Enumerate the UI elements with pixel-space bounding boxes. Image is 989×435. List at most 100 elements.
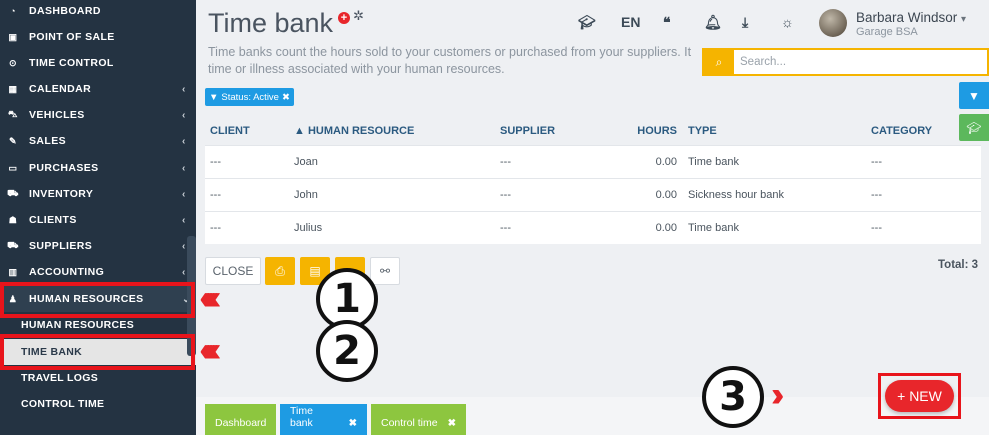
close-icon[interactable]: ✖: [349, 418, 357, 429]
page-title: Time bank: [208, 8, 334, 38]
sidebar-item-point-of-sale[interactable]: ▣ POINT OF SALE: [0, 24, 196, 50]
close-icon[interactable]: ✖: [448, 418, 456, 429]
van-icon: ⛟: [7, 240, 19, 250]
bar-chart-icon: ▥: [8, 266, 18, 277]
filter-button[interactable]: ▼: [959, 82, 989, 109]
table-header: CLIENT ▲ HUMAN RESOURCE SUPPLIER HOURS T…: [205, 117, 981, 145]
cell-supplier: ---: [500, 189, 511, 201]
dashboard-icon: ◔: [10, 6, 16, 16]
footer-tab-time-bank[interactable]: Time bank ✖: [280, 404, 367, 435]
page-description: Time banks count the hours sold to your …: [208, 45, 692, 76]
truck-icon: ⛟: [7, 188, 19, 198]
gear-icon[interactable]: ✲: [353, 8, 364, 24]
cell-type: Time bank: [688, 156, 739, 168]
chevron-left-icon: ‹: [182, 188, 186, 200]
footer-tab-dashboard[interactable]: Dashboard: [205, 404, 276, 435]
footer-tab-control-time[interactable]: Control time ✖: [371, 404, 466, 435]
language-selector[interactable]: EN: [621, 14, 640, 30]
cell-supplier: ---: [500, 156, 511, 168]
cell-client: ---: [210, 222, 221, 234]
chevron-left-icon: ‹: [182, 135, 186, 147]
sidebar-subitem-control-time[interactable]: CONTROL TIME: [0, 391, 196, 417]
sidebar-item-clients[interactable]: ☗ CLIENTS ‹: [0, 207, 196, 233]
status-filter-chip[interactable]: ▼ Status: Active ✖: [205, 88, 294, 106]
search-box: ⌕: [702, 48, 989, 76]
point-of-sale-icon: ▣: [8, 31, 18, 42]
cell-category: ---: [871, 189, 882, 201]
link-button[interactable]: ⚯: [370, 257, 400, 285]
edit-icon: ✎: [9, 135, 17, 146]
highlight-box-time-bank: [0, 334, 195, 370]
sidebar-item-purchases[interactable]: ▭ PURCHASES ‹: [0, 155, 196, 181]
total-count: Total: 3: [938, 259, 979, 271]
print-button[interactable]: ⎙: [265, 257, 295, 285]
credit-card-icon: ▭: [8, 162, 18, 173]
annotation-step-3: 3: [702, 366, 764, 428]
cell-type: Time bank: [688, 222, 739, 234]
footer-tab-label: Dashboard: [215, 417, 267, 429]
graduation-cap-icon[interactable]: 🎓︎: [578, 14, 596, 31]
filter-chip-label: Status: Active: [221, 91, 279, 103]
sidebar-item-sales[interactable]: ✎ SALES ‹: [0, 128, 196, 154]
close-icon[interactable]: ✖: [282, 92, 290, 103]
sidebar-item-vehicles[interactable]: ⛍ VEHICLES ‹: [0, 102, 196, 128]
sidebar-item-dashboard[interactable]: ◔ DASHBOARD: [0, 0, 196, 24]
chevron-left-icon: ‹: [182, 109, 186, 121]
main-content: Time bank + ✲ Time banks count the hours…: [196, 0, 989, 435]
column-header-supplier[interactable]: SUPPLIER: [500, 117, 555, 145]
chevron-left-icon: ‹: [182, 83, 186, 95]
sidebar-item-calendar[interactable]: ▦ CALENDAR ‹: [0, 76, 196, 102]
annotation-step-2: 2: [316, 320, 378, 382]
cell-type: Sickness hour bank: [688, 189, 784, 201]
cell-client: ---: [210, 189, 221, 201]
footer-tab-label: Time bank: [290, 405, 313, 429]
avatar[interactable]: [819, 9, 847, 37]
time-bank-table: CLIENT ▲ HUMAN RESOURCE SUPPLIER HOURS T…: [205, 117, 981, 244]
search-input[interactable]: [734, 50, 987, 74]
cell-supplier: ---: [500, 222, 511, 234]
new-button[interactable]: + NEW: [885, 380, 954, 412]
table-row[interactable]: --- Julius --- 0.00 Time bank ---: [205, 211, 981, 244]
users-icon: ☗: [8, 214, 18, 225]
cell-human-resource: John: [294, 189, 318, 201]
bell-icon[interactable]: 🔔︎: [704, 14, 722, 31]
clock-icon: ⊙: [9, 57, 17, 68]
table-row[interactable]: --- John --- 0.00 Sickness hour bank ---: [205, 178, 981, 211]
column-header-human-resource[interactable]: ▲ HUMAN RESOURCE: [294, 117, 414, 145]
sort-asc-icon: ▲: [294, 125, 308, 137]
table-row[interactable]: --- Joan --- 0.00 Time bank ---: [205, 145, 981, 178]
cell-category: ---: [871, 156, 882, 168]
settings-icon[interactable]: ☼: [781, 14, 794, 30]
cell-hours: 0.00: [655, 222, 677, 234]
caret-down-icon[interactable]: ▾: [961, 14, 966, 25]
sidebar-item-inventory[interactable]: ⛟ INVENTORY ‹: [0, 181, 196, 207]
column-header-hours[interactable]: HOURS: [608, 117, 677, 145]
column-header-client[interactable]: CLIENT: [210, 117, 250, 145]
link-icon: ⚯: [379, 264, 391, 278]
cell-human-resource: Julius: [294, 222, 323, 234]
column-header-type[interactable]: TYPE: [688, 117, 717, 145]
chat-icon[interactable]: ❝: [663, 14, 671, 31]
highlight-box-human-resources: [0, 282, 195, 318]
search-icon[interactable]: ⌕: [704, 50, 734, 74]
filter-icon: ▼: [209, 91, 219, 103]
cell-hours: 0.00: [655, 156, 677, 168]
calendar-icon: ▦: [8, 83, 18, 94]
excel-file-icon: ▤: [309, 264, 321, 278]
cell-client: ---: [210, 156, 221, 168]
close-button[interactable]: CLOSE: [205, 257, 261, 285]
cell-hours: 0.00: [655, 189, 677, 201]
funnel-icon: ▼: [968, 88, 980, 103]
column-header-category[interactable]: CATEGORY: [871, 117, 932, 145]
chevron-left-icon: ‹: [182, 214, 186, 226]
sidebar-item-time-control[interactable]: ⊙ TIME CONTROL: [0, 50, 196, 76]
chevron-left-icon: ‹: [182, 240, 186, 252]
chevron-left-icon: ‹: [182, 266, 186, 278]
add-circle-icon[interactable]: +: [338, 12, 350, 24]
print-icon: ⎙: [275, 263, 285, 278]
sidebar-item-suppliers[interactable]: ⛟ SUPPLIERS ‹: [0, 233, 196, 259]
user-name[interactable]: Barbara Windsor: [856, 10, 957, 25]
cell-category: ---: [871, 222, 882, 234]
car-icon: ⛍: [8, 109, 18, 119]
download-icon[interactable]: ⤓: [742, 14, 748, 31]
